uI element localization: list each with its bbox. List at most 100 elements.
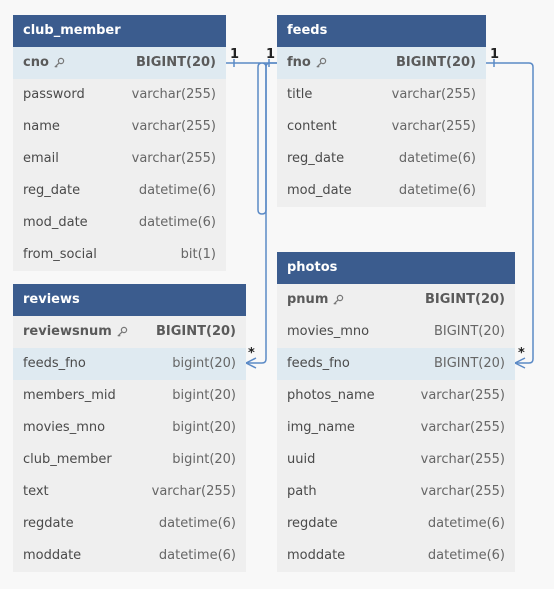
column-type: datetime(6) <box>427 516 505 531</box>
column-name-text: moddate <box>287 548 346 563</box>
column-name-text: reg_date <box>23 183 81 198</box>
column-name-text: from_social <box>23 247 97 262</box>
column-name: img_name <box>287 412 355 444</box>
column-name: email <box>23 143 59 175</box>
column-name-text: regdate <box>287 516 338 531</box>
primary-key-icon <box>116 326 128 338</box>
column-name: from_social <box>23 239 97 271</box>
column-type: datetime(6) <box>138 215 216 230</box>
column-type: BIGINT(20) <box>396 55 476 70</box>
column-name-text: movies_mno <box>287 324 370 339</box>
table-club-member[interactable]: club_member cno BIGINT(20) password varchar(… <box>13 15 226 271</box>
column-name: moddate <box>23 540 81 572</box>
column-type: datetime(6) <box>138 183 216 198</box>
column-row-path[interactable]: path varchar(255) <box>277 476 515 508</box>
column-row-name[interactable]: name varchar(255) <box>13 111 226 143</box>
column-name: reviewsnum <box>23 316 128 348</box>
column-row-email[interactable]: email varchar(255) <box>13 143 226 175</box>
column-name: text <box>23 476 49 508</box>
column-name: uuid <box>287 444 315 476</box>
column-row-regdate[interactable]: regdate datetime(6) <box>277 508 515 540</box>
column-row-content[interactable]: content varchar(255) <box>277 111 486 143</box>
column-name-text: regdate <box>23 516 74 531</box>
column-row-uuid[interactable]: uuid varchar(255) <box>277 444 515 476</box>
column-row-fno[interactable]: fno BIGINT(20) <box>277 47 486 79</box>
column-row-img-name[interactable]: img_name varchar(255) <box>277 412 515 444</box>
relation-club-member-feeds[interactable] <box>226 62 277 215</box>
column-type: datetime(6) <box>158 516 236 531</box>
column-row-photos-name[interactable]: photos_name varchar(255) <box>277 380 515 412</box>
column-name-text: photos_name <box>287 388 375 403</box>
table-reviews[interactable]: reviews reviewsnum BIGINT(20) feeds_fnobigi… <box>13 284 246 572</box>
column-type: BIGINT(20) <box>433 324 505 339</box>
column-row-text[interactable]: text varchar(255) <box>13 476 246 508</box>
column-row-movies-mno[interactable]: movies_mno BIGINT(20) <box>277 316 515 348</box>
column-row-reg-date[interactable]: reg_date datetime(6) <box>13 175 226 207</box>
column-name: mod_date <box>287 175 352 207</box>
column-type: bit(1) <box>180 247 216 262</box>
column-name-text: fno <box>287 55 311 70</box>
column-name: name <box>23 111 60 143</box>
table-feeds[interactable]: feeds fno BIGINT(20) title varchar(255) conte… <box>277 15 486 207</box>
column-row-movies-mno[interactable]: movies_mno bigint(20) <box>13 412 246 444</box>
column-row-reviewsnum[interactable]: reviewsnum BIGINT(20) <box>13 316 246 348</box>
column-type: varchar(255) <box>131 151 216 166</box>
column-row-moddate[interactable]: moddate datetime(6) <box>13 540 246 572</box>
column-row-feeds-fno[interactable]: feeds_fno BIGINT(20) <box>277 348 515 380</box>
column-row-moddate[interactable]: moddate datetime(6) <box>277 540 515 572</box>
table-header-reviews[interactable]: reviews <box>13 284 246 316</box>
table-header-photos[interactable]: photos <box>277 252 515 284</box>
column-type: varchar(255) <box>391 119 476 134</box>
column-type: BIGINT(20) <box>136 55 216 70</box>
column-row-members-mid[interactable]: members_mid bigint(20) <box>13 380 246 412</box>
table-photos[interactable]: photos pnum BIGINT(20) movies_mno BIGINT(20)… <box>277 252 515 572</box>
column-name: feeds_fno <box>23 348 86 380</box>
table-header-club-member[interactable]: club_member <box>13 15 226 47</box>
column-name: fno <box>287 47 327 79</box>
column-row-reg-date[interactable]: reg_date datetime(6) <box>277 143 486 175</box>
column-type: bigint(20) <box>172 452 236 467</box>
column-name: moddate <box>287 540 345 572</box>
column-name: reg_date <box>287 143 344 175</box>
column-type: bigint(20) <box>172 356 236 371</box>
column-name: photos_name <box>287 380 375 412</box>
column-name: movies_mno <box>287 316 369 348</box>
column-name: title <box>287 79 312 111</box>
column-name: reg_date <box>23 175 80 207</box>
column-name-text: moddate <box>23 548 82 563</box>
column-name-text: password <box>23 87 85 102</box>
column-name: regdate <box>287 508 338 540</box>
column-row-pnum[interactable]: pnum BIGINT(20) <box>277 284 515 316</box>
column-name-text: text <box>23 484 49 499</box>
primary-key-icon <box>53 57 65 69</box>
column-type: BIGINT(20) <box>425 292 505 307</box>
column-name-text: mod_date <box>287 183 352 198</box>
column-row-mod-date[interactable]: mod_date datetime(6) <box>277 175 486 207</box>
relation-feeds-reviews[interactable] <box>246 62 277 364</box>
column-type: varchar(255) <box>391 87 476 102</box>
column-name-text: members_mid <box>23 388 116 403</box>
column-name-text: name <box>23 119 60 134</box>
table-header-feeds[interactable]: feeds <box>277 15 486 47</box>
column-name-text: cno <box>23 55 49 70</box>
column-row-cno[interactable]: cno BIGINT(20) <box>13 47 226 79</box>
column-row-password[interactable]: password varchar(255) <box>13 79 226 111</box>
column-name: cno <box>23 47 65 79</box>
column-name-text: img_name <box>287 420 355 435</box>
column-type: datetime(6) <box>158 548 236 563</box>
column-name: club_member <box>23 444 112 476</box>
column-name: pnum <box>287 284 344 316</box>
column-row-title[interactable]: title varchar(255) <box>277 79 486 111</box>
column-row-mod-date[interactable]: mod_date datetime(6) <box>13 207 226 239</box>
column-row-club-member[interactable]: club_member bigint(20) <box>13 444 246 476</box>
column-type: varchar(255) <box>151 484 236 499</box>
column-row-feeds-fno[interactable]: feeds_fno bigint(20) <box>13 348 246 380</box>
column-type: datetime(6) <box>398 183 476 198</box>
cardinality-reviews-many: * <box>248 346 255 361</box>
column-row-regdate[interactable]: regdate datetime(6) <box>13 508 246 540</box>
column-row-from-social[interactable]: from_social bit(1) <box>13 239 226 271</box>
column-name: path <box>287 476 317 508</box>
column-name-text: movies_mno <box>23 420 106 435</box>
column-type: BIGINT(20) <box>433 356 505 371</box>
column-type: varchar(255) <box>420 484 505 499</box>
